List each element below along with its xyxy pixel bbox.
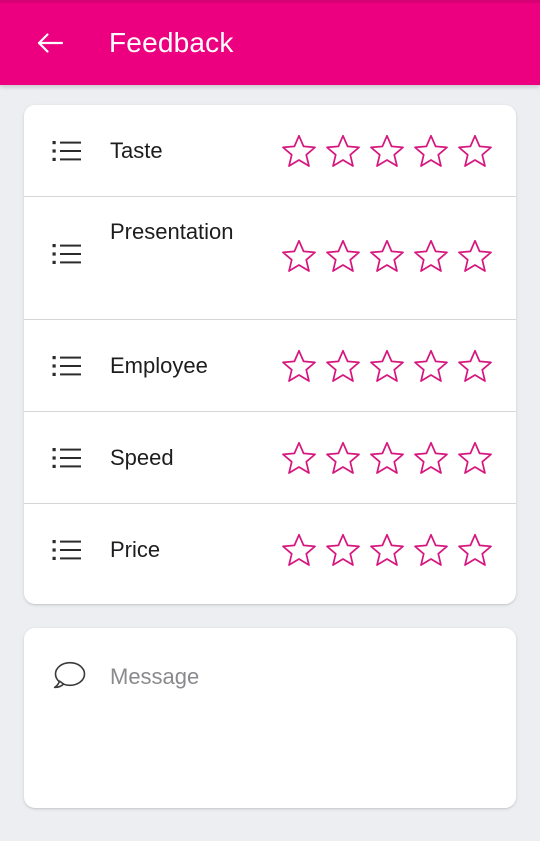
app-bar: Feedback [0, 0, 540, 85]
star-icon-1[interactable] [280, 132, 318, 170]
rating-label: Speed [110, 444, 174, 470]
star-rating-employee[interactable] [280, 347, 494, 385]
star-icon-2[interactable] [324, 531, 362, 569]
bullet-list-icon [52, 138, 96, 164]
star-icon-4[interactable] [412, 237, 450, 275]
ratings-card: Taste Presentation Employee Speed Price [24, 105, 516, 604]
star-icon-5[interactable] [456, 439, 494, 477]
rating-label: Presentation [110, 219, 234, 244]
rating-row[interactable]: Speed [24, 412, 516, 504]
star-rating-taste[interactable] [280, 132, 494, 170]
star-rating-price[interactable] [280, 531, 494, 569]
star-rating-speed[interactable] [280, 439, 494, 477]
star-icon-3[interactable] [368, 237, 406, 275]
rating-row[interactable]: Employee [24, 320, 516, 412]
rating-label: Price [110, 537, 161, 562]
back-button[interactable] [24, 17, 76, 69]
star-icon-2[interactable] [324, 347, 362, 385]
star-icon-4[interactable] [412, 531, 450, 569]
star-icon-3[interactable] [368, 531, 406, 569]
star-icon-1[interactable] [280, 237, 318, 275]
star-icon-4[interactable] [412, 132, 450, 170]
star-icon-1[interactable] [280, 347, 318, 385]
star-rating-presentation[interactable] [280, 237, 494, 275]
star-icon-1[interactable] [280, 439, 318, 477]
bullet-list-icon [52, 445, 96, 471]
feedback-screen: Feedback Taste Presentation Employee Spe… [0, 0, 540, 841]
star-icon-3[interactable] [368, 132, 406, 170]
bullet-list-icon [52, 537, 96, 563]
message-input[interactable] [24, 628, 516, 808]
arrow-left-icon [33, 26, 67, 60]
page-title: Feedback [109, 26, 234, 58]
star-icon-3[interactable] [368, 347, 406, 385]
star-icon-2[interactable] [324, 439, 362, 477]
rating-label: Taste [110, 137, 163, 163]
star-icon-1[interactable] [280, 531, 318, 569]
star-icon-2[interactable] [324, 237, 362, 275]
rating-label: Employee [110, 352, 208, 378]
star-icon-5[interactable] [456, 347, 494, 385]
star-icon-4[interactable] [412, 347, 450, 385]
star-icon-4[interactable] [412, 439, 450, 477]
bullet-list-icon [52, 353, 96, 379]
rating-row[interactable]: Presentation [24, 197, 516, 320]
star-icon-5[interactable] [456, 132, 494, 170]
appbar-top-edge [0, 0, 540, 3]
rating-row[interactable]: Price [24, 504, 516, 596]
star-icon-5[interactable] [456, 237, 494, 275]
rating-row[interactable]: Taste [24, 105, 516, 197]
star-icon-5[interactable] [456, 531, 494, 569]
message-card[interactable]: Message [24, 628, 516, 808]
star-icon-3[interactable] [368, 439, 406, 477]
bullet-list-icon [52, 241, 96, 267]
star-icon-2[interactable] [324, 132, 362, 170]
